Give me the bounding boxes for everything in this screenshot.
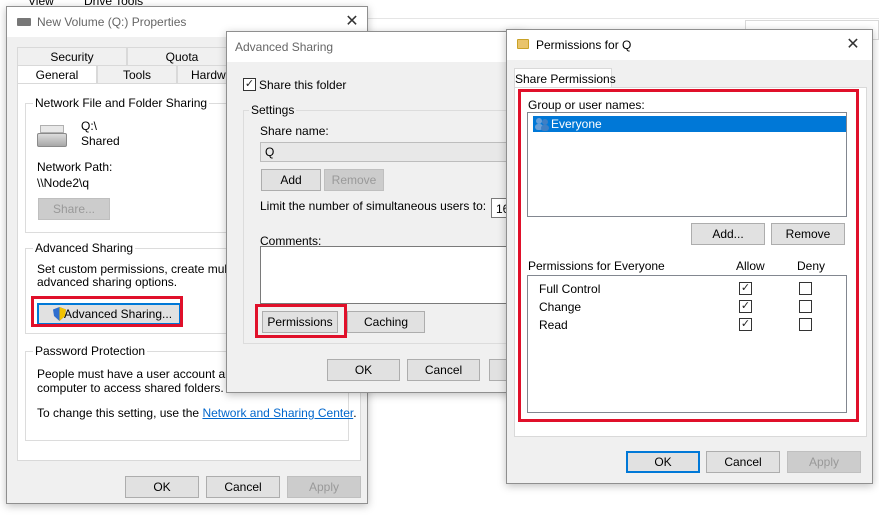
network-path-value: \\Node2\q bbox=[37, 176, 90, 190]
password-change-suffix: . bbox=[353, 406, 357, 420]
close-icon[interactable]: ✕ bbox=[343, 13, 361, 31]
tab-general[interactable]: General bbox=[17, 65, 97, 83]
password-line-1: People must have a user account and pa bbox=[37, 367, 256, 381]
permissions-ok-button[interactable]: OK bbox=[626, 451, 700, 473]
share-name-value: Q bbox=[265, 145, 275, 159]
advanced-ok-button[interactable]: OK bbox=[327, 359, 400, 381]
permission-name-change: Change bbox=[539, 300, 582, 314]
read-deny-checkbox[interactable] bbox=[799, 318, 812, 331]
settings-heading: Settings bbox=[249, 103, 297, 117]
remove-share-button[interactable]: Remove bbox=[324, 169, 384, 191]
uac-shield-icon bbox=[53, 307, 66, 321]
advanced-sharing-description-2: advanced sharing options. bbox=[37, 275, 178, 289]
allow-header: Allow bbox=[736, 259, 765, 273]
limit-users-label: Limit the number of simultaneous users t… bbox=[260, 199, 487, 213]
cancel-button[interactable]: Cancel bbox=[206, 476, 280, 498]
full-control-deny-checkbox[interactable] bbox=[799, 282, 812, 295]
password-line-2: computer to access shared folders. bbox=[37, 381, 224, 395]
permissions-apply-button[interactable]: Apply bbox=[787, 451, 861, 473]
drive-large-icon bbox=[37, 123, 67, 151]
permissions-for-label: Permissions for Everyone bbox=[528, 259, 665, 273]
deny-header: Deny bbox=[797, 259, 826, 273]
full-control-allow-checkbox[interactable]: ✓ bbox=[739, 282, 752, 295]
remove-user-button[interactable]: Remove bbox=[771, 223, 845, 245]
list-item[interactable]: Everyone bbox=[533, 116, 846, 132]
advanced-sharing-heading: Advanced Sharing bbox=[33, 241, 136, 255]
password-protection-heading: Password Protection bbox=[33, 344, 148, 358]
password-change-text: To change this setting, use the Network … bbox=[37, 406, 357, 420]
change-allow-checkbox[interactable]: ✓ bbox=[739, 300, 752, 313]
permission-name-full-control: Full Control bbox=[539, 282, 601, 296]
tab-quota[interactable]: Quota bbox=[127, 47, 237, 65]
drive-status: Shared bbox=[81, 134, 120, 148]
close-icon[interactable]: ✕ bbox=[844, 36, 862, 54]
permissions-title: Permissions for Q bbox=[536, 38, 632, 52]
properties-title: New Volume (Q:) Properties bbox=[37, 15, 187, 29]
drive-name: Q:\ bbox=[81, 119, 98, 133]
ok-button[interactable]: OK bbox=[125, 476, 199, 498]
user-list[interactable]: Everyone bbox=[527, 112, 847, 217]
advanced-sharing-window: Advanced Sharing ✓ Share this folder Set… bbox=[226, 31, 543, 393]
password-change-prefix: To change this setting, use the bbox=[37, 406, 203, 420]
tab-tools[interactable]: Tools bbox=[97, 65, 177, 83]
permissions-button[interactable]: Permissions bbox=[262, 311, 338, 333]
permissions-window: Permissions for Q ✕ Share Permissions Gr… bbox=[506, 29, 873, 484]
advanced-sharing-titlebar[interactable]: Advanced Sharing bbox=[227, 32, 525, 62]
network-sharing-heading: Network File and Folder Sharing bbox=[33, 96, 210, 110]
folder-icon bbox=[517, 39, 529, 49]
network-sharing-center-link[interactable]: Network and Sharing Center bbox=[202, 406, 353, 420]
add-user-button[interactable]: Add... bbox=[691, 223, 765, 245]
permission-name-read: Read bbox=[539, 318, 568, 332]
permissions-titlebar[interactable]: Permissions for Q ✕ bbox=[507, 30, 872, 60]
advanced-sharing-button-label: Advanced Sharing... bbox=[63, 307, 173, 321]
advanced-sharing-button[interactable]: Advanced Sharing... bbox=[37, 303, 181, 325]
advanced-sharing-title: Advanced Sharing bbox=[235, 40, 334, 54]
tab-share-permissions[interactable]: Share Permissions bbox=[514, 68, 616, 88]
caching-button[interactable]: Caching bbox=[347, 311, 425, 333]
share-button[interactable]: Share... bbox=[38, 198, 110, 220]
share-folder-label: Share this folder bbox=[259, 78, 347, 92]
tab-security[interactable]: Security bbox=[17, 47, 127, 65]
change-deny-checkbox[interactable] bbox=[799, 300, 812, 313]
users-group-icon bbox=[534, 117, 550, 131]
permissions-cancel-button[interactable]: Cancel bbox=[706, 451, 780, 473]
read-allow-checkbox[interactable]: ✓ bbox=[739, 318, 752, 331]
group-user-names-label: Group or user names: bbox=[528, 98, 645, 112]
user-name: Everyone bbox=[551, 117, 602, 131]
add-share-button[interactable]: Add bbox=[261, 169, 321, 191]
permissions-list: Full Control ✓ Change ✓ Read ✓ bbox=[527, 275, 847, 413]
network-path-label: Network Path: bbox=[37, 160, 113, 174]
drive-icon bbox=[17, 18, 31, 26]
advanced-cancel-button[interactable]: Cancel bbox=[407, 359, 480, 381]
comments-field[interactable] bbox=[260, 246, 530, 304]
share-name-label: Share name: bbox=[260, 124, 329, 138]
apply-button[interactable]: Apply bbox=[287, 476, 361, 498]
share-folder-checkbox[interactable]: ✓ bbox=[243, 78, 256, 91]
share-name-field[interactable]: Q bbox=[260, 142, 530, 162]
